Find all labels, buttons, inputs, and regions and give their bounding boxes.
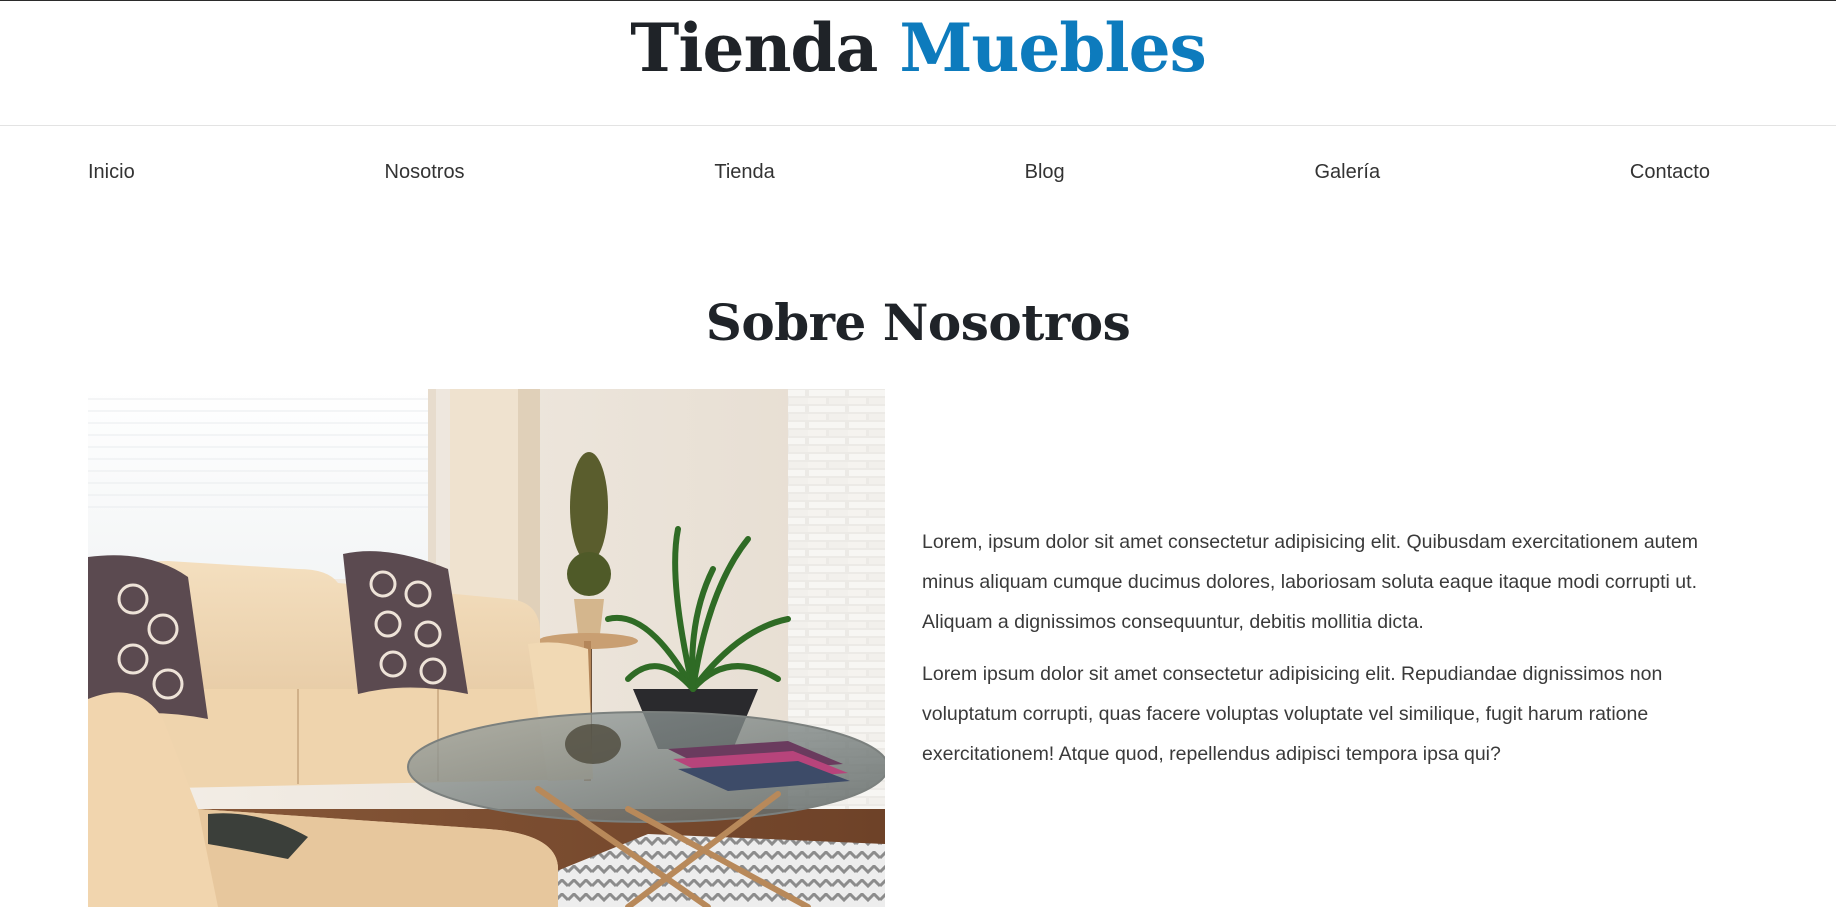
about-paragraph-2: Lorem ipsum dolor sit amet consectetur a… bbox=[922, 663, 1663, 765]
living-room-image bbox=[88, 389, 885, 907]
nav-link-contacto[interactable]: Contacto bbox=[1630, 161, 1710, 184]
nav-link-nosotros[interactable]: Nosotros bbox=[385, 161, 465, 184]
nav-link-blog[interactable]: Blog bbox=[1025, 161, 1065, 184]
main-navigation: Inicio Nosotros Tienda Blog Galería Cont… bbox=[88, 155, 1710, 189]
site-header: Tienda Muebles bbox=[0, 1, 1836, 126]
site-logo[interactable]: Tienda Muebles bbox=[0, 4, 1836, 92]
about-paragraph-1: Lorem, ipsum dolor sit amet consectetur … bbox=[922, 531, 1699, 633]
about-text: Lorem, ipsum dolor sit amet consectetur … bbox=[922, 522, 1730, 786]
section-title: Sobre Nosotros bbox=[705, 293, 1131, 352]
nav-link-inicio[interactable]: Inicio bbox=[88, 161, 135, 184]
nav-link-galeria[interactable]: Galería bbox=[1315, 161, 1381, 184]
logo-primary-text: Tienda bbox=[630, 9, 878, 87]
logo-accent-text: Muebles bbox=[899, 9, 1206, 87]
nav-link-tienda[interactable]: Tienda bbox=[714, 161, 774, 184]
